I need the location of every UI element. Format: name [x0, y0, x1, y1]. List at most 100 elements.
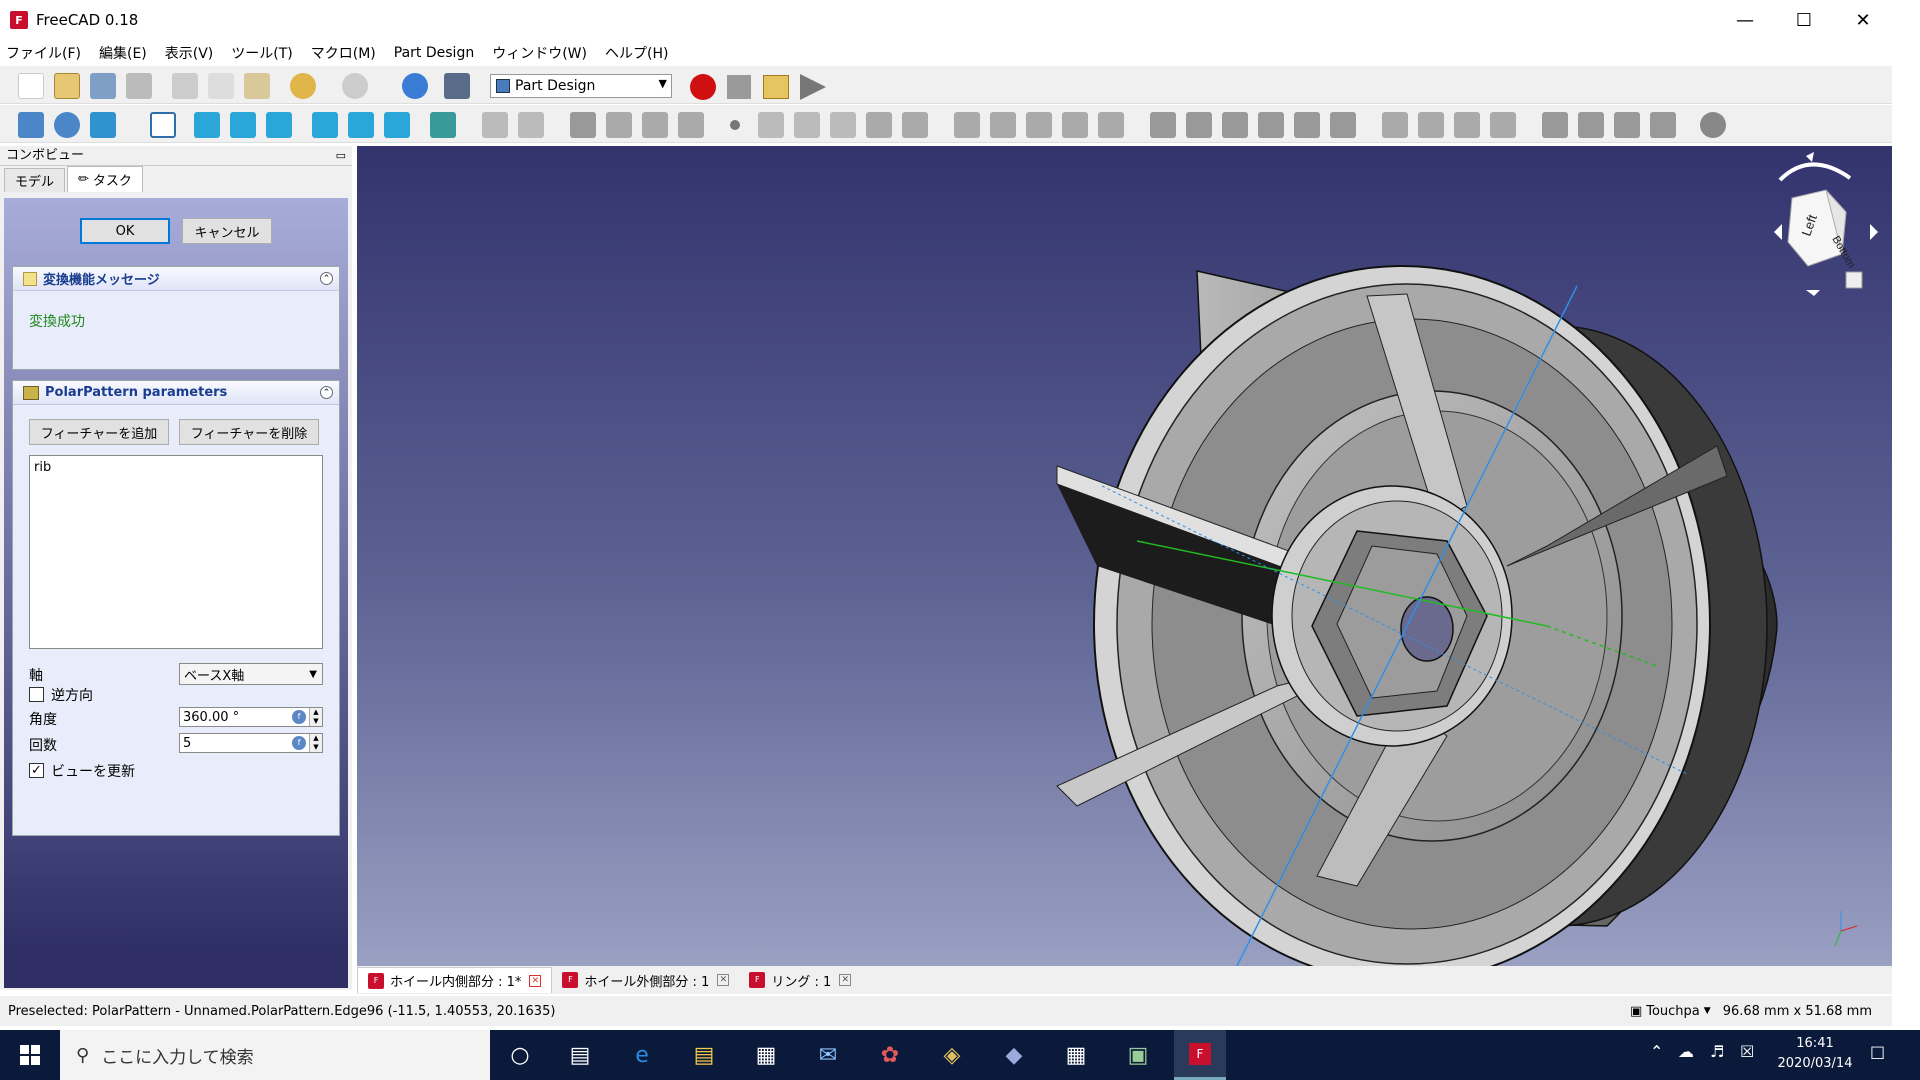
menu-part-design[interactable]: Part Design: [394, 45, 474, 61]
network-icon[interactable]: ☁: [1678, 1042, 1694, 1061]
fillet-icon[interactable]: [1542, 112, 1568, 138]
remove-feature-button[interactable]: フィーチャーを削除: [179, 419, 319, 445]
taskbar-search[interactable]: ⚲ ここに入力して検索: [60, 1030, 490, 1080]
create-part-icon[interactable]: [518, 112, 544, 138]
bottom-view-icon[interactable]: [348, 112, 374, 138]
chevron-down-icon[interactable]: ▼: [1704, 1006, 1711, 1016]
tab-doc-inner-wheel[interactable]: F ホイール内側部分 : 1* ✕: [357, 967, 553, 993]
thickness-icon[interactable]: [1650, 112, 1676, 138]
cortana-icon[interactable]: ○: [500, 1035, 540, 1075]
count-input[interactable]: 5 f ▲ ▼: [179, 733, 323, 753]
mail-icon[interactable]: ✉: [808, 1035, 848, 1075]
mirrored-icon[interactable]: [1382, 112, 1408, 138]
workbench-selector[interactable]: Part Design ▼: [490, 74, 672, 98]
spinner-icon[interactable]: ▲ ▼: [309, 708, 322, 726]
paste-icon[interactable]: [244, 73, 270, 99]
taskbar-clock[interactable]: 16:41 2020/03/14: [1770, 1034, 1860, 1074]
draw-style-icon[interactable]: [90, 112, 116, 138]
fit-selection-icon[interactable]: [54, 112, 80, 138]
front-view-icon[interactable]: [194, 112, 220, 138]
whats-this-icon[interactable]: [444, 73, 470, 99]
collapse-icon[interactable]: ⌃: [320, 386, 333, 399]
open-folder-icon[interactable]: [54, 73, 80, 99]
local-coordinate-icon[interactable]: [830, 112, 856, 138]
add-feature-button[interactable]: フィーチャーを追加: [29, 419, 169, 445]
tab-task[interactable]: ✏ タスク: [67, 166, 143, 192]
macro-stop-icon[interactable]: [727, 75, 751, 99]
expression-icon[interactable]: f: [292, 736, 306, 750]
close-icon[interactable]: ✕: [717, 974, 730, 986]
create-body-icon[interactable]: [482, 112, 508, 138]
message-panel-header[interactable]: 変換機能メッセージ ⌃: [13, 267, 339, 291]
subtractive-loft-icon[interactable]: [1222, 112, 1248, 138]
hole-icon[interactable]: [1150, 112, 1176, 138]
minimize-button[interactable]: —: [1716, 0, 1774, 40]
additive-loft-icon[interactable]: [954, 112, 980, 138]
sub-shape-icon[interactable]: [678, 112, 704, 138]
menu-edit[interactable]: 編集(E): [99, 43, 147, 63]
additive-helix-icon[interactable]: [1026, 112, 1052, 138]
notification-icon[interactable]: □: [1870, 1042, 1885, 1061]
freecad-taskbar-icon[interactable]: F: [1174, 1030, 1226, 1080]
menu-macro[interactable]: マクロ(M): [311, 43, 376, 63]
angle-input[interactable]: 360.00 ° f ▲ ▼: [179, 707, 323, 727]
start-button[interactable]: [0, 1030, 60, 1080]
save-icon[interactable]: [90, 73, 116, 99]
chevron-up-icon[interactable]: ⌃: [1650, 1042, 1663, 1061]
navigation-cube[interactable]: Left Bottom: [1750, 150, 1890, 300]
ok-button[interactable]: OK: [80, 218, 170, 244]
list-item[interactable]: rib: [34, 460, 318, 475]
boolean-icon[interactable]: [1700, 112, 1726, 138]
datum-point-icon[interactable]: [730, 120, 740, 130]
store-icon[interactable]: ▦: [746, 1035, 786, 1075]
volume-icon[interactable]: ♬: [1710, 1042, 1724, 1061]
navigation-style-selector[interactable]: Touchpa: [1646, 1004, 1700, 1019]
pocket-icon[interactable]: [1098, 112, 1124, 138]
tab-doc-ring[interactable]: F リング : 1 ✕: [739, 967, 861, 993]
copy-icon[interactable]: [208, 73, 234, 99]
tab-model[interactable]: モデル: [4, 168, 66, 192]
undo-icon[interactable]: [290, 73, 316, 99]
revolution-icon[interactable]: [902, 112, 928, 138]
calculator-icon[interactable]: ▦: [1056, 1035, 1096, 1075]
menu-help[interactable]: ヘルプ(H): [605, 43, 668, 63]
file-explorer-icon[interactable]: ▤: [684, 1035, 724, 1075]
polar-pattern-panel-header[interactable]: PolarPattern parameters ⌃: [13, 381, 339, 405]
maximize-button[interactable]: ☐: [1775, 0, 1833, 40]
wheel-model[interactable]: [357, 146, 1892, 983]
new-document-icon[interactable]: [18, 73, 44, 99]
subtractive-pipe-icon[interactable]: [1258, 112, 1284, 138]
datum-line-icon[interactable]: [758, 112, 784, 138]
chart-app-icon[interactable]: ▣: [1118, 1035, 1158, 1075]
collapse-icon[interactable]: ⌃: [320, 272, 333, 285]
chamfer-icon[interactable]: [1578, 112, 1604, 138]
task-view-icon[interactable]: ▤: [560, 1035, 600, 1075]
cancel-button[interactable]: キャンセル: [182, 218, 272, 244]
close-icon[interactable]: ✕: [529, 974, 542, 987]
measure-icon[interactable]: [430, 112, 456, 138]
close-icon[interactable]: ✕: [839, 974, 852, 986]
subtractive-primitive-icon[interactable]: [1330, 112, 1356, 138]
cut-icon[interactable]: [172, 73, 198, 99]
datum-plane-icon[interactable]: [794, 112, 820, 138]
print-icon[interactable]: [126, 73, 152, 99]
redo-icon[interactable]: [342, 73, 368, 99]
fit-all-icon[interactable]: [18, 112, 44, 138]
polar-pattern-icon[interactable]: [1454, 112, 1480, 138]
menu-tools[interactable]: ツール(T): [231, 43, 292, 63]
spinner-icon[interactable]: ▲ ▼: [309, 734, 322, 752]
macro-edit-icon[interactable]: [763, 75, 789, 99]
expression-icon[interactable]: f: [292, 710, 306, 724]
paint-icon[interactable]: ◈: [932, 1035, 972, 1075]
reverse-checkbox[interactable]: [29, 687, 44, 702]
app-icon[interactable]: ◆: [994, 1035, 1034, 1075]
feature-list[interactable]: rib: [29, 455, 323, 649]
edge-browser-icon[interactable]: e: [622, 1035, 662, 1075]
undock-icon[interactable]: ▭: [336, 146, 346, 166]
menu-window[interactable]: ウィンドウ(W): [492, 43, 587, 63]
axis-select[interactable]: ベースX軸 ▼: [179, 663, 323, 685]
refresh-icon[interactable]: [402, 73, 428, 99]
pad-icon[interactable]: [866, 112, 892, 138]
right-view-icon[interactable]: [266, 112, 292, 138]
additive-primitive-icon[interactable]: [1062, 112, 1088, 138]
